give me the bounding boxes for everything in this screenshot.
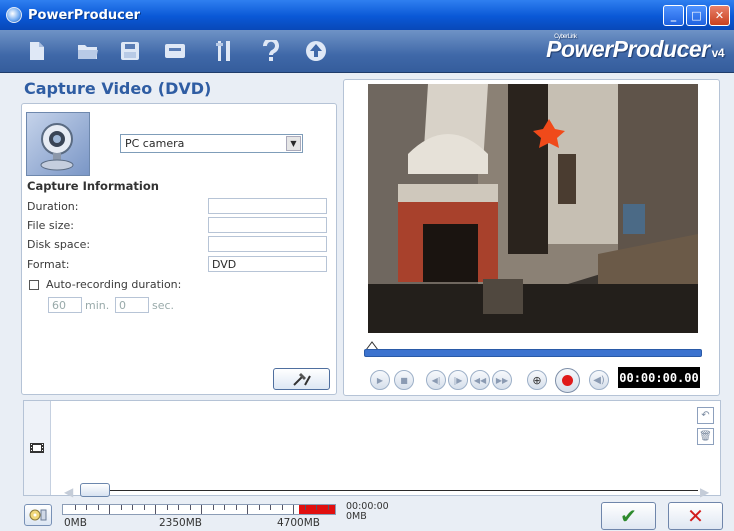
app-icon — [6, 7, 22, 23]
stop-button[interactable]: ■ — [394, 370, 414, 390]
capture-device-value: PC camera — [125, 137, 185, 150]
title-bar: PowerProducer _ □ ✕ — [0, 0, 734, 30]
save-icon[interactable] — [118, 39, 142, 63]
capacity-tick — [143, 505, 145, 510]
seconds-unit: sec. — [152, 299, 175, 312]
new-file-icon[interactable] — [25, 39, 49, 63]
capacity-tick — [97, 505, 99, 510]
capacity-tick — [189, 505, 191, 510]
window-controls: _ □ ✕ — [663, 5, 730, 26]
undo-button[interactable]: ↶ — [697, 407, 714, 424]
scroll-right-icon[interactable]: ▶ — [700, 485, 709, 499]
timecode-display: 00:00:00.00 — [618, 367, 700, 388]
format-label: Format: — [27, 258, 70, 271]
video-track-label — [24, 401, 51, 495]
capture-settings-button[interactable] — [273, 368, 330, 390]
capacity-tick — [74, 505, 76, 510]
disk-space-label: Disk space: — [27, 238, 91, 251]
chevron-down-icon: ▼ — [286, 136, 301, 151]
maximize-button[interactable]: □ — [686, 5, 707, 26]
upgrade-icon[interactable] — [304, 39, 328, 63]
seconds-input[interactable]: 0 — [115, 297, 149, 313]
capacity-tick — [327, 505, 329, 510]
film-strip-icon — [30, 443, 44, 453]
open-folder-icon[interactable] — [76, 39, 100, 63]
capacity-tick — [201, 505, 202, 514]
fast-forward-button[interactable]: ▶▶ — [492, 370, 512, 390]
capacity-tick — [316, 505, 317, 510]
capacity-label-max: 4700MB — [277, 517, 320, 529]
auto-recording-label: Auto-recording duration: — [46, 278, 182, 291]
cancel-button[interactable]: ✕ — [668, 502, 723, 530]
format-field: DVD — [208, 256, 327, 272]
delete-clip-button[interactable]: 🗑 — [697, 428, 714, 445]
size-info: 00:00:00 0MB — [346, 502, 389, 522]
capacity-label-min: 0MB — [64, 517, 87, 529]
capacity-tick — [293, 505, 294, 514]
file-size-field — [208, 217, 327, 233]
capacity-tick — [224, 505, 225, 510]
seek-bar[interactable] — [364, 349, 702, 357]
capacity-tick — [304, 505, 306, 510]
disc-settings-button[interactable] — [24, 504, 52, 526]
ok-button[interactable]: ✔ — [601, 502, 656, 530]
capacity-tick — [247, 505, 248, 514]
capacity-tick — [178, 505, 179, 510]
brand-version: v4 — [711, 46, 725, 60]
capacity-tick — [235, 505, 237, 510]
capacity-tick — [270, 505, 271, 510]
capacity-tick — [86, 505, 87, 510]
capacity-tick — [120, 505, 122, 510]
capacity-label-mid: 2350MB — [159, 517, 202, 529]
disc-capacity-bar — [62, 504, 336, 515]
file-size-label: File size: — [27, 219, 74, 232]
volume-button[interactable]: ◀) — [589, 370, 609, 390]
capacity-tick — [212, 505, 214, 510]
play-button[interactable]: ▶ — [370, 370, 390, 390]
page-title: Capture Video (DVD) — [24, 79, 212, 98]
capture-device-button[interactable] — [26, 112, 90, 176]
help-icon[interactable] — [259, 39, 283, 63]
camera-feed-image — [368, 84, 698, 333]
minimize-button[interactable]: _ — [663, 5, 684, 26]
capacity-tick — [166, 505, 168, 510]
preview-panel: ▶ ■ ◀| |▶ ◀◀ ▶▶ ⊕ ◀) 00:00:00.00 — [343, 79, 720, 396]
minutes-unit: min. — [85, 299, 110, 312]
auto-recording-checkbox[interactable] — [29, 280, 39, 290]
main-toolbar: CyberLink PowerProducer v4 — [0, 30, 734, 73]
next-frame-button[interactable]: |▶ — [448, 370, 468, 390]
duration-field — [208, 198, 327, 214]
capacity-tick — [258, 505, 260, 510]
disc-icon — [29, 509, 47, 521]
settings-tools-icon[interactable] — [212, 39, 236, 63]
timeline-panel: ↶ 🗑 ◀ ▶ — [23, 400, 721, 499]
brand-logo: CyberLink PowerProducer v4 — [546, 34, 725, 63]
capacity-tick — [132, 505, 133, 510]
brand-small-text: CyberLink — [554, 34, 577, 40]
capacity-tick — [109, 505, 110, 514]
burn-disc-icon[interactable] — [163, 39, 187, 63]
minutes-input[interactable]: 60 — [48, 297, 82, 313]
record-button[interactable] — [555, 368, 580, 393]
rewind-button[interactable]: ◀◀ — [470, 370, 490, 390]
close-window-button[interactable]: ✕ — [709, 5, 730, 26]
capture-device-select[interactable]: PC camera ▼ — [120, 134, 303, 153]
capacity-tick — [281, 505, 283, 510]
tools-icon — [292, 373, 311, 386]
zoom-button[interactable]: ⊕ — [527, 370, 547, 390]
scroll-left-icon[interactable]: ◀ — [64, 485, 73, 499]
timeline-track — [88, 490, 698, 491]
timeline-scroll-thumb[interactable] — [80, 483, 110, 497]
video-preview — [368, 84, 698, 333]
capture-settings-panel: PC camera ▼ Capture Information Duration… — [21, 103, 337, 395]
duration-label: Duration: — [27, 200, 79, 213]
prev-frame-button[interactable]: ◀| — [426, 370, 446, 390]
capacity-tick — [155, 505, 156, 514]
record-icon — [562, 375, 573, 386]
window-title: PowerProducer — [28, 7, 141, 23]
webcam-icon — [40, 123, 74, 171]
disk-space-field — [208, 236, 327, 252]
capture-info-title: Capture Information — [27, 179, 159, 193]
size-mb: 0MB — [346, 511, 367, 522]
